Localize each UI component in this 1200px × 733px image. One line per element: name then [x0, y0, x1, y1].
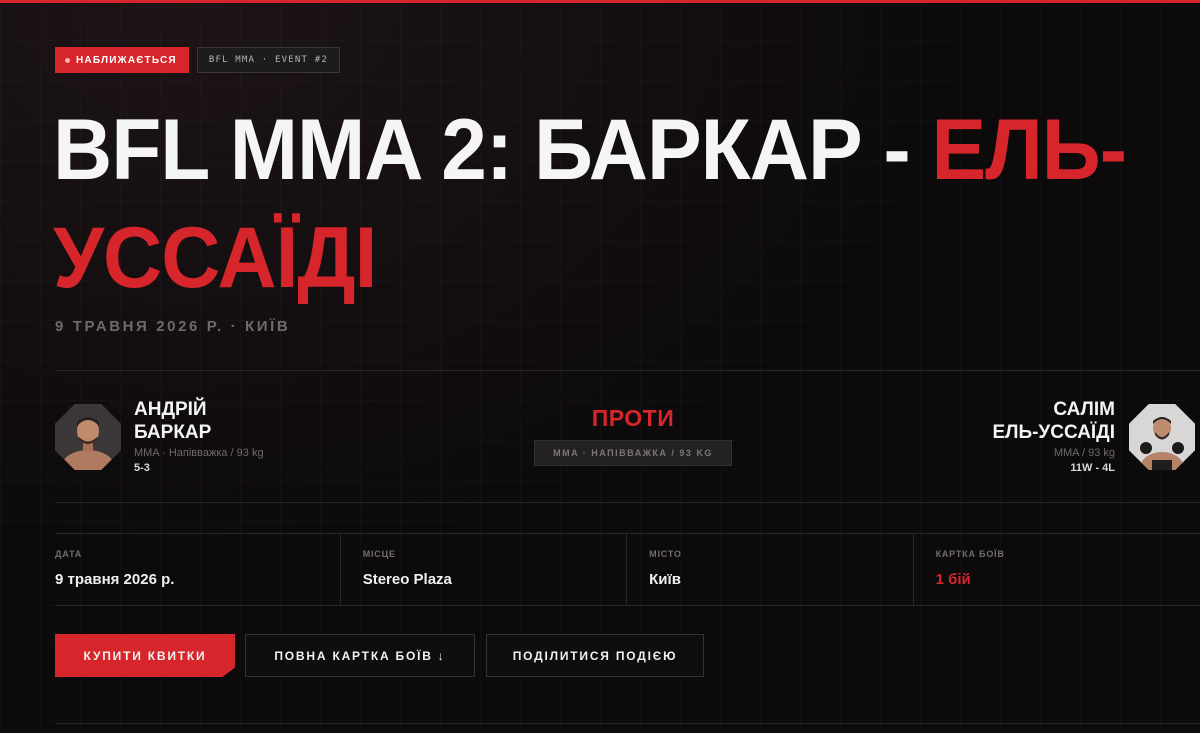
info-city: МІСТО Київ	[627, 533, 914, 605]
info-value: Stereo Plaza	[362, 571, 452, 588]
divider	[55, 605, 1200, 606]
divider	[55, 370, 1200, 371]
info-venue: МІСЦЕ Stereo Plaza	[341, 533, 628, 605]
info-label: МІСЦЕ	[362, 549, 396, 559]
info-value: 9 травня 2026 р.	[55, 571, 175, 588]
weight-class-badge: MMA · НАПІВВАЖКА / 93 KG	[534, 440, 732, 466]
event-hero: НАБЛИЖАЄТЬСЯ BFL MMA · EVENT #2 BFL MMA …	[0, 0, 1200, 733]
fighter-left-record: 5-3	[134, 462, 150, 474]
fighter-right-last-name: ЕЛЬ-УССАЇДІ	[992, 422, 1115, 443]
info-label: ДАТА	[55, 549, 83, 559]
event-dateline: 9 ТРАВНЯ 2026 Р. · КИЇВ	[55, 318, 291, 335]
full-fight-card-button[interactable]: ПОВНА КАРТКА БОЇВ ↓	[245, 634, 475, 677]
fighter-photo-icon	[1129, 404, 1195, 470]
live-dot-icon	[65, 57, 70, 63]
fighter-left-first-name: АНДРІЙ	[134, 399, 207, 420]
fighter-left-name[interactable]: АНДРІЙ БАРКАР	[134, 398, 211, 444]
status-badge-label: НАБЛИЖАЄТЬСЯ	[76, 54, 177, 66]
status-badge: НАБЛИЖАЄТЬСЯ	[55, 47, 189, 73]
fighter-left-last-name: БАРКАР	[134, 422, 212, 443]
divider	[55, 723, 1200, 724]
buy-tickets-button[interactable]: КУПИТИ КВИТКИ	[55, 634, 235, 677]
info-value: 1 бій	[935, 571, 971, 588]
info-label: МІСТО	[649, 549, 682, 559]
fighter-left-avatar[interactable]	[55, 404, 121, 470]
event-badge: BFL MMA · EVENT #2	[196, 47, 340, 73]
title-main: BFL MMA 2: БАРКАР -	[53, 102, 932, 198]
fighter-right-first-name: САЛІМ	[1053, 399, 1115, 420]
page-title: BFL MMA 2: БАРКАР - ЕЛЬ-УССАЇДІ	[53, 96, 1163, 312]
fighter-left-meta: MMA · Напівважка / 93 kg	[134, 447, 264, 459]
divider	[55, 502, 1200, 503]
event-info-row: ДАТА 9 травня 2026 р. МІСЦЕ Stereo Plaza…	[55, 533, 1200, 605]
fighter-photo-icon	[55, 404, 121, 470]
fighter-right-meta: MMA / 93 kg	[1053, 447, 1115, 459]
badge-group: НАБЛИЖАЄТЬСЯ BFL MMA · EVENT #2	[55, 47, 340, 73]
top-accent-line	[0, 0, 1200, 3]
fighter-right-avatar[interactable]	[1129, 404, 1195, 470]
versus-label: ПРОТИ	[591, 405, 675, 431]
share-event-button[interactable]: ПОДІЛИТИСЯ ПОДІЄЮ	[486, 634, 704, 677]
info-label: КАРТКА БОЇВ	[935, 549, 1005, 559]
fighter-right-name[interactable]: САЛІМ ЕЛЬ-УССАЇДІ	[992, 398, 1115, 444]
info-fight-card: КАРТКА БОЇВ 1 бій	[914, 533, 1200, 605]
info-date: ДАТА 9 травня 2026 р.	[55, 533, 341, 605]
info-value: Київ	[649, 571, 681, 588]
fighter-right-record: 11W - 4L	[1070, 462, 1115, 474]
